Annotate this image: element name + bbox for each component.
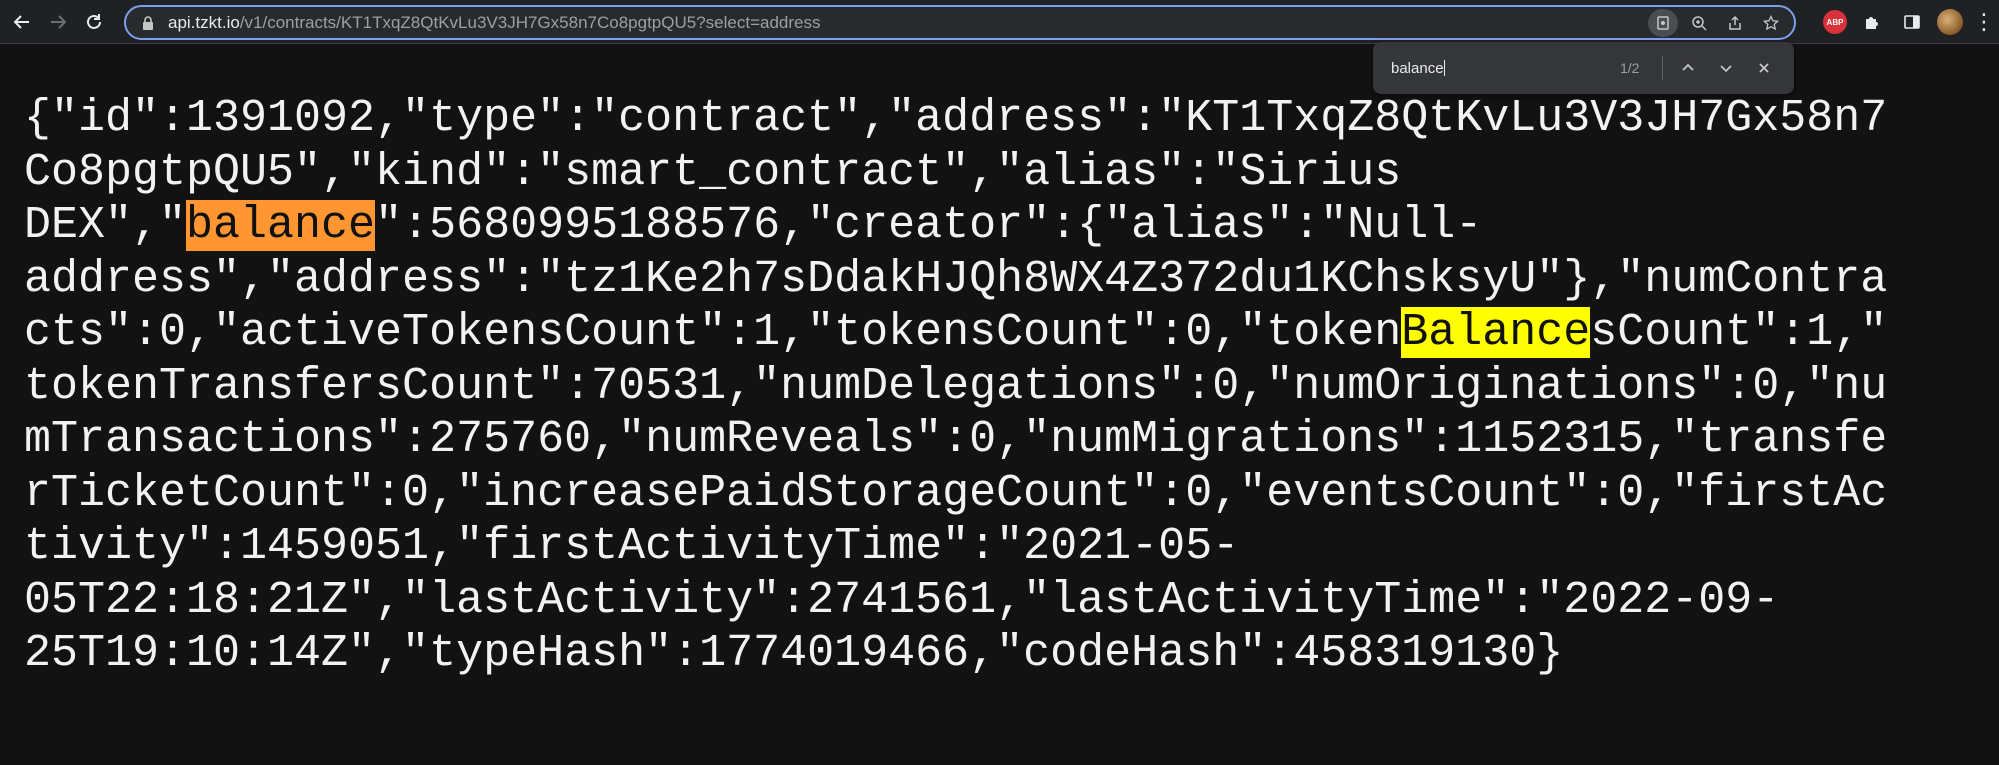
json-text-segment: 25T19:10:14Z","typeHash":1774019466,"cod…: [24, 628, 1564, 679]
find-match-highlight: Balance: [1401, 307, 1591, 358]
url-host: api.tzkt.io: [168, 12, 240, 32]
json-text-segment: cts":0,"activeTokensCount":1,"tokensCoun…: [24, 307, 1402, 358]
json-text-line: mTransactions":275760,"numReveals":0,"nu…: [24, 413, 1974, 467]
json-text-line: cts":0,"activeTokensCount":1,"tokensCoun…: [24, 306, 1974, 360]
forward-button[interactable]: [40, 4, 76, 40]
page-action-icon[interactable]: [1648, 8, 1678, 37]
arrow-right-icon: [51, 14, 67, 29]
text-caret: [1443, 59, 1445, 76]
reload-icon: [87, 13, 101, 29]
extension-area: ABP ⋮: [1823, 0, 1995, 44]
json-text-line: {"id":1391092,"type":"contract","address…: [24, 92, 1974, 146]
find-input[interactable]: balance: [1391, 59, 1571, 77]
json-text-segment: Co8pgtpQU5","kind":"smart_contract","ali…: [24, 146, 1402, 198]
json-text-line: address","address":"tz1Ke2h7sDdakHJQh8WX…: [24, 253, 1974, 307]
bookmark-star-icon[interactable]: [1756, 9, 1786, 37]
json-text-segment: ":5680995188576,"creator":{"alias":"Null…: [375, 200, 1483, 251]
json-text-segment: {"id":1391092,"type":"contract","address…: [24, 93, 1888, 144]
puzzle-extensions-icon[interactable]: [1857, 7, 1887, 37]
json-text-segment: tokenTransfersCount":70531,"numDelegatio…: [24, 360, 1888, 412]
json-text-line: DEX","balance":5680995188576,"creator":{…: [24, 199, 1974, 253]
json-text-segment: tivity":1459051,"firstActivityTime":"202…: [24, 521, 1240, 572]
side-panel-icon[interactable]: [1897, 7, 1927, 37]
find-bar: balance 1/2: [1373, 42, 1794, 94]
back-button[interactable]: [4, 4, 40, 40]
json-text-segment: rTicketCount":0,"increasePaidStorageCoun…: [24, 467, 1888, 519]
json-text-line: 05T22:18:21Z","lastActivity":2741561,"la…: [24, 574, 1974, 628]
address-bar[interactable]: api.tzkt.io/v1/contracts/KT1TxqZ8QtKvLu3…: [124, 5, 1796, 40]
lock-icon: [140, 15, 156, 31]
json-text-line: Co8pgtpQU5","kind":"smart_contract","ali…: [24, 146, 1974, 200]
find-current-match-highlight: balance: [186, 200, 376, 251]
adblock-extension-icon[interactable]: ABP: [1823, 10, 1847, 34]
find-previous-button[interactable]: [1673, 53, 1703, 83]
find-close-button[interactable]: [1749, 53, 1779, 83]
find-divider: [1662, 56, 1663, 80]
zoom-icon[interactable]: [1684, 9, 1714, 37]
more-menu-icon[interactable]: ⋮: [1973, 10, 1995, 35]
json-text-line: 25T19:10:14Z","typeHash":1774019466,"cod…: [24, 627, 1974, 681]
json-text-segment: DEX",": [24, 200, 187, 251]
json-text-segment: address","address":"tz1Ke2h7sDdakHJQh8WX…: [24, 253, 1888, 305]
find-next-button[interactable]: [1711, 53, 1741, 83]
find-query-text: balance: [1391, 59, 1444, 77]
url-text[interactable]: api.tzkt.io/v1/contracts/KT1TxqZ8QtKvLu3…: [168, 13, 820, 33]
json-text-segment: mTransactions":275760,"numReveals":0,"nu…: [24, 414, 1888, 465]
browser-toolbar: api.tzkt.io/v1/contracts/KT1TxqZ8QtKvLu3…: [0, 0, 1999, 44]
json-text-line: tivity":1459051,"firstActivityTime":"202…: [24, 520, 1974, 574]
reload-button[interactable]: [76, 4, 112, 40]
profile-avatar[interactable]: [1937, 9, 1963, 35]
json-text-segment: sCount":1,": [1590, 307, 1888, 358]
close-icon: [1759, 63, 1769, 73]
json-text-line: rTicketCount":0,"increasePaidStorageCoun…: [24, 467, 1974, 521]
find-match-count: 1/2: [1620, 60, 1640, 76]
json-response-body: {"id":1391092,"type":"contract","address…: [24, 92, 1974, 681]
arrow-left-icon: [13, 14, 29, 29]
share-icon[interactable]: [1720, 9, 1750, 37]
chevron-down-icon: [1720, 65, 1732, 73]
address-bar-actions: [1648, 7, 1786, 38]
url-path: /v1/contracts/KT1TxqZ8QtKvLu3V3JH7Gx58n7…: [239, 12, 821, 32]
chevron-up-icon: [1682, 63, 1694, 71]
json-text-line: tokenTransfersCount":70531,"numDelegatio…: [24, 360, 1974, 414]
json-text-segment: 05T22:18:21Z","lastActivity":2741561,"la…: [24, 574, 1780, 626]
